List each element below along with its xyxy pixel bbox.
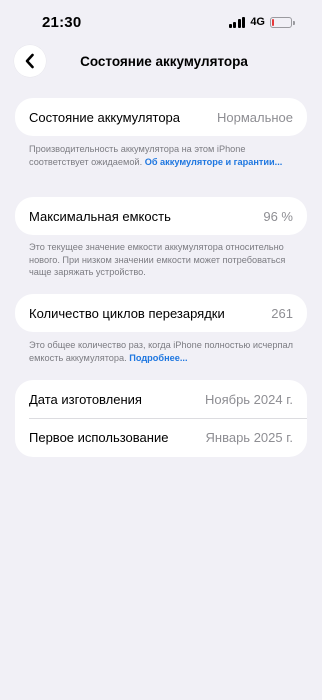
charge-cycles-row: Количество циклов перезарядки 261 <box>15 294 307 332</box>
page-title: Состояние аккумулятора <box>80 54 248 69</box>
charge-cycles-card: Количество циклов перезарядки 261 <box>15 294 307 332</box>
charge-cycles-label: Количество циклов перезарядки <box>29 305 225 321</box>
max-capacity-label: Максимальная емкость <box>29 208 171 224</box>
first-use-value: Январь 2025 г. <box>205 430 293 445</box>
battery-health-row: Состояние аккумулятора Нормальное <box>15 98 307 136</box>
status-bar: 21:30 4G <box>0 0 322 44</box>
manufacture-date-label: Дата изготовления <box>29 391 142 407</box>
first-use-label: Первое использование <box>29 430 169 445</box>
battery-health-value: Нормальное <box>216 109 293 125</box>
charge-cycles-value: 261 <box>271 305 293 321</box>
status-indicators: 4G <box>228 16 295 28</box>
max-capacity-value: 96 % <box>263 208 293 224</box>
battery-health-note: Производительность аккумулятора на этом … <box>29 143 293 168</box>
battery-icon <box>270 16 295 28</box>
more-info-link[interactable]: Подробнее... <box>129 353 187 363</box>
max-capacity-card: Максимальная емкость 96 % <box>15 197 307 235</box>
battery-health-card: Состояние аккумулятора Нормальное <box>15 98 307 136</box>
max-capacity-note: Это текущее значение емкости аккумулятор… <box>29 242 286 277</box>
network-type-label: 4G <box>250 16 265 28</box>
max-capacity-row: Максимальная емкость 96 % <box>15 197 307 235</box>
cellular-signal-icon <box>228 16 246 28</box>
manufacture-date-value: Ноябрь 2024 г. <box>204 391 293 407</box>
status-time: 21:30 <box>42 14 82 31</box>
first-use-row: Первое использование Январь 2025 г. <box>15 419 307 457</box>
battery-warranty-link[interactable]: Об аккумуляторе и гарантии... <box>145 157 283 167</box>
navigation-bar: Состояние аккумулятора <box>0 44 322 80</box>
charge-cycles-note: Это общее количество раз, когда iPhone п… <box>29 339 293 364</box>
manufacture-date-row: Дата изготовления Ноябрь 2024 г. <box>15 380 307 418</box>
battery-level-fill <box>272 18 275 26</box>
battery-health-label: Состояние аккумулятора <box>29 109 181 125</box>
dates-card: Дата изготовления Ноябрь 2024 г. Первое … <box>15 380 307 457</box>
